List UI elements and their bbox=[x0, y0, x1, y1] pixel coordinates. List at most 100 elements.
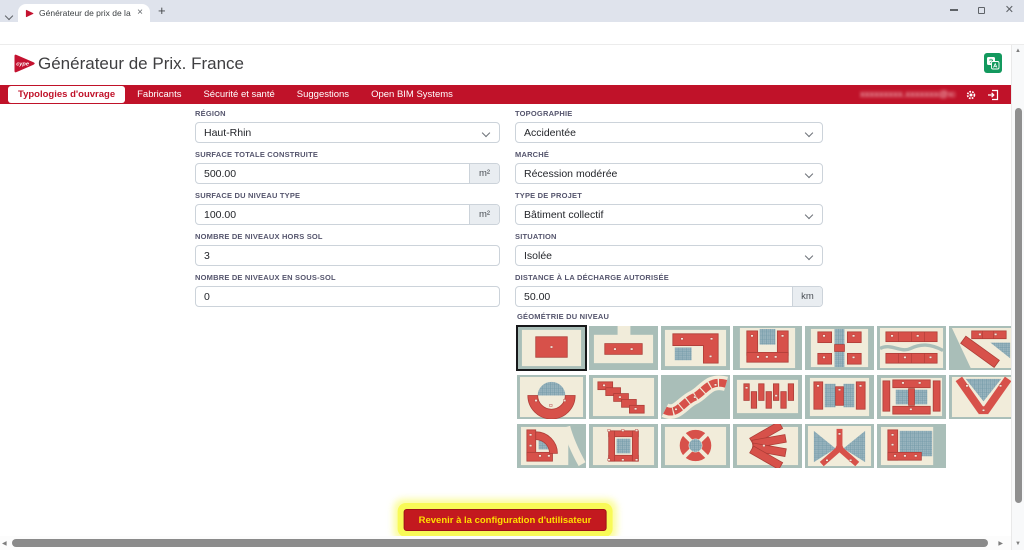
horizontal-scrollbar-thumb[interactable] bbox=[12, 539, 988, 547]
browser-toolbar: ← → prix-construction.info/remote.asp?Co… bbox=[0, 22, 1024, 45]
nombre-de-niveaux-hors-sol-value: 3 bbox=[196, 250, 499, 262]
topographie-value: Accidentée bbox=[516, 127, 822, 139]
form-column-right: TOPOGRAPHIE Accidentée MARCHÉ Récession mod… bbox=[515, 109, 823, 314]
nombre-de-niveaux-en-sous-sol-value: 0 bbox=[196, 291, 499, 303]
field-topographie: TOPOGRAPHIE Accidentée bbox=[515, 109, 823, 143]
situation-select[interactable]: Isolée bbox=[515, 245, 823, 266]
geometry-option-diagonal-bars[interactable] bbox=[949, 326, 1018, 370]
tab-close-icon[interactable]: × bbox=[137, 8, 143, 18]
page-translated-icon[interactable] bbox=[984, 53, 1002, 73]
marche-label: MARCHÉ bbox=[515, 150, 823, 160]
geometry-option-circle-ring[interactable] bbox=[661, 424, 730, 468]
tab-favicon-cype-icon bbox=[25, 9, 34, 18]
geometry-option-twin-hatch-bar[interactable] bbox=[805, 375, 874, 419]
tab-title: Générateur de prix de la constr bbox=[39, 8, 132, 18]
geometry-option-staircase[interactable] bbox=[589, 375, 658, 419]
field-situation: SITUATION Isolée bbox=[515, 232, 823, 266]
window-minimize-button[interactable] bbox=[950, 9, 958, 11]
geometry-option-plaza-rect[interactable] bbox=[517, 326, 586, 370]
geometry-option-semicircle[interactable] bbox=[517, 375, 586, 419]
surface-du-niveau-type-value: 100.00 bbox=[196, 209, 469, 221]
geometry-section: GÉOMÉTRIE DU NIVEAU bbox=[517, 312, 1023, 468]
scroll-left-icon[interactable]: ◀ bbox=[2, 540, 7, 547]
geometry-option-l-big-hatch[interactable] bbox=[877, 424, 946, 468]
field-nombre-de-niveaux-en-sous-sol: NOMBRE DE NIVEAUX EN SOUS-SOL 0 bbox=[195, 273, 500, 307]
topographie-select[interactable]: Accidentée bbox=[515, 122, 823, 143]
surface-totale-construite-unit: m² bbox=[469, 164, 499, 183]
tab-list-chevron-icon[interactable] bbox=[6, 6, 14, 14]
window-restore-button[interactable] bbox=[978, 7, 985, 14]
geometry-option-frame-center-bar[interactable] bbox=[877, 375, 946, 419]
distance-a-la-decharge-autorisee-input[interactable]: 50.00km bbox=[515, 286, 823, 307]
browser-tabstrip: Générateur de prix de la constr × + ✕ bbox=[0, 0, 1024, 22]
geometry-label: GÉOMÉTRIE DU NIVEAU bbox=[517, 312, 1023, 322]
cype-logo: cype bbox=[13, 53, 36, 74]
surface-du-niveau-type-label: SURFACE DU NIVEAU TYPE bbox=[195, 191, 500, 201]
user-email-redacted: xxxxxxxxx.xxxxxxx@xxxxx.xxx bbox=[860, 89, 955, 100]
vertical-scrollbar[interactable]: ▲ ▼ bbox=[1011, 45, 1024, 550]
geometry-option-u-towers[interactable] bbox=[733, 326, 802, 370]
distance-a-la-decharge-autorisee-value: 50.00 bbox=[516, 291, 792, 303]
nav-item-open-bim-systems[interactable]: Open BIM Systems bbox=[361, 86, 463, 103]
nombre-de-niveaux-hors-sol-input[interactable]: 3 bbox=[195, 245, 500, 266]
nombre-de-niveaux-hors-sol-label: NOMBRE DE NIVEAUX HORS SOL bbox=[195, 232, 500, 242]
browser-tab[interactable]: Générateur de prix de la constr × bbox=[18, 4, 150, 22]
nav-item-fabricants[interactable]: Fabricants bbox=[127, 86, 191, 103]
field-surface-du-niveau-type: SURFACE DU NIVEAU TYPE 100.00m² bbox=[195, 191, 500, 225]
geometry-option-comb[interactable] bbox=[733, 375, 802, 419]
scroll-right-icon[interactable]: ▶ bbox=[998, 540, 1003, 547]
page-header: cype Générateur de Prix. France bbox=[0, 45, 1011, 85]
nav-item-securite-et-sante[interactable]: Sécurité et santé bbox=[193, 86, 284, 103]
region-select[interactable]: Haut-Rhin bbox=[195, 122, 500, 143]
distance-a-la-decharge-autorisee-unit: km bbox=[792, 287, 822, 306]
situation-label: SITUATION bbox=[515, 232, 823, 242]
new-tab-button[interactable]: + bbox=[158, 3, 166, 18]
return-user-configuration-button[interactable]: Revenir à la configuration d'utilisateur bbox=[404, 509, 607, 531]
distance-a-la-decharge-autorisee-label: DISTANCE À LA DÉCHARGE AUTORISÉE bbox=[515, 273, 823, 283]
type-de-projet-label: TYPE DE PROJET bbox=[515, 191, 823, 201]
scroll-down-icon[interactable]: ▼ bbox=[1015, 541, 1021, 547]
geometry-option-v-shape[interactable] bbox=[949, 375, 1018, 419]
field-surface-totale-construite: SURFACE TOTALE CONSTRUITE 500.00m² bbox=[195, 150, 500, 184]
geometry-option-cross-plaza[interactable] bbox=[805, 326, 874, 370]
scroll-up-icon[interactable]: ▲ bbox=[1015, 48, 1021, 54]
field-type-de-projet: TYPE DE PROJET Bâtiment collectif bbox=[515, 191, 823, 225]
region-value: Haut-Rhin bbox=[196, 127, 499, 139]
surface-du-niveau-type-unit: m² bbox=[469, 205, 499, 224]
region-label: RÉGION bbox=[195, 109, 500, 119]
nombre-de-niveaux-en-sous-sol-input[interactable]: 0 bbox=[195, 286, 500, 307]
nav-item-suggestions[interactable]: Suggestions bbox=[287, 86, 359, 103]
type-de-projet-value: Bâtiment collectif bbox=[516, 209, 822, 221]
surface-du-niveau-type-input[interactable]: 100.00m² bbox=[195, 204, 500, 225]
geometry-option-l-hatch[interactable] bbox=[661, 326, 730, 370]
surface-totale-construite-value: 500.00 bbox=[196, 168, 469, 180]
page-title: Générateur de Prix. France bbox=[38, 54, 244, 74]
geometry-option-quarter-arc[interactable] bbox=[517, 424, 586, 468]
settings-gear-icon[interactable] bbox=[965, 89, 977, 101]
geometry-option-square-ring[interactable] bbox=[589, 424, 658, 468]
main-nav: Typologies d'ouvrageFabricantsSécurité e… bbox=[0, 85, 1011, 104]
vertical-scrollbar-thumb[interactable] bbox=[1015, 108, 1022, 503]
marche-value: Récession modérée bbox=[516, 168, 822, 180]
horizontal-scrollbar[interactable]: ◀ ▶ bbox=[0, 536, 1011, 550]
field-nombre-de-niveaux-hors-sol: NOMBRE DE NIVEAUX HORS SOL 3 bbox=[195, 232, 500, 266]
field-distance-a-la-decharge-autorisee: DISTANCE À LA DÉCHARGE AUTORISÉE 50.00km bbox=[515, 273, 823, 307]
field-marche: MARCHÉ Récession modérée bbox=[515, 150, 823, 184]
surface-totale-construite-input[interactable]: 500.00m² bbox=[195, 163, 500, 184]
topographie-label: TOPOGRAPHIE bbox=[515, 109, 823, 119]
geometry-option-y-shape[interactable] bbox=[805, 424, 874, 468]
situation-value: Isolée bbox=[516, 250, 822, 262]
svg-text:cype: cype bbox=[16, 62, 29, 68]
geometry-option-s-curve[interactable] bbox=[661, 375, 730, 419]
form-column-left: RÉGION Haut-Rhin SURFACE TOTALE CONSTRUITE… bbox=[195, 109, 500, 314]
geometry-option-single-bar[interactable] bbox=[589, 326, 658, 370]
type-de-projet-select[interactable]: Bâtiment collectif bbox=[515, 204, 823, 225]
logout-icon[interactable] bbox=[987, 89, 999, 101]
surface-totale-construite-label: SURFACE TOTALE CONSTRUITE bbox=[195, 150, 500, 160]
geometry-option-fan[interactable] bbox=[733, 424, 802, 468]
window-close-button[interactable]: ✕ bbox=[1005, 5, 1014, 15]
nav-item-typologies-d-ouvrage[interactable]: Typologies d'ouvrage bbox=[8, 86, 125, 103]
marche-select[interactable]: Récession modérée bbox=[515, 163, 823, 184]
geometry-option-wave-bars[interactable] bbox=[877, 326, 946, 370]
nombre-de-niveaux-en-sous-sol-label: NOMBRE DE NIVEAUX EN SOUS-SOL bbox=[195, 273, 500, 283]
